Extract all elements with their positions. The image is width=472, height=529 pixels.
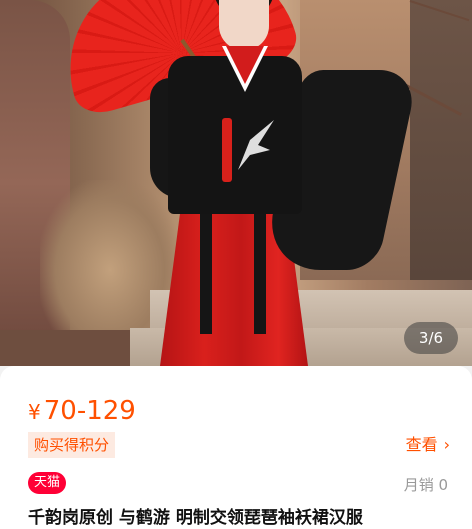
view-link-label: 查看 [405, 435, 438, 454]
price-range: ¥70-129 [28, 396, 136, 427]
tmall-badge: 天猫 [28, 472, 67, 494]
product-title[interactable]: 千韵岗原创 与鹤游 明制交领琵琶袖袄裙汉服 [28, 506, 468, 529]
monthly-sales: 月销 0 [403, 476, 448, 494]
points-tag: 购买得积分 [28, 432, 116, 458]
chevron-right-icon: › [443, 435, 450, 454]
image-page-indicator: 3/6 [404, 322, 458, 354]
product-info-card: ¥70-129 购买得积分 查看 › 天猫 月销 0 千韵岗原创 与鹤游 明制交领… [0, 366, 472, 529]
currency-symbol: ¥ [28, 400, 41, 424]
view-details-link[interactable]: 查看 › [406, 434, 450, 456]
product-image-gallery[interactable]: 3/6 [0, 0, 472, 366]
product-detail-page: 3/6 ¥70-129 购买得积分 查看 › 天猫 月销 0 千韵岗原创 与鹤游 … [0, 0, 472, 529]
price-value: 70-129 [43, 396, 136, 426]
